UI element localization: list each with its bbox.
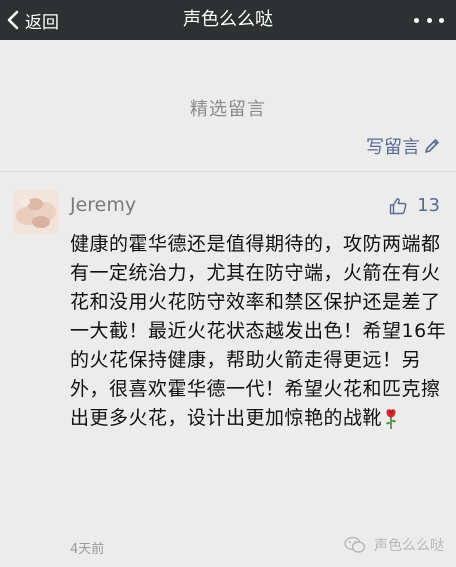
- like-count: 13: [417, 195, 440, 216]
- top-nav-bar: 返回 声色么么哒: [0, 0, 456, 40]
- comment-time: 4天前: [70, 542, 105, 557]
- divider: [0, 171, 456, 172]
- more-dot-icon: [426, 17, 432, 23]
- wechat-icon: [344, 536, 366, 553]
- avatar-image: [13, 190, 59, 234]
- comment-body: 健康的霍华德还是值得期待的，攻防两端都有一定统治力，尤其在防守端，火箭在有火花和…: [70, 230, 448, 433]
- pencil-icon: [425, 139, 439, 153]
- write-comment-button[interactable]: 写留言: [366, 133, 440, 159]
- watermark: 声色么么哒: [344, 535, 444, 555]
- like-button[interactable]: 13: [389, 195, 440, 216]
- avatar[interactable]: [13, 190, 59, 234]
- page-title: 声色么么哒: [183, 9, 273, 30]
- comment-text: 健康的霍华德还是值得期待的，攻防两端都有一定统治力，尤其在防守端，火箭在有火花和…: [70, 233, 447, 429]
- rose-icon: [386, 408, 397, 429]
- comment-author: Jeremy: [70, 194, 137, 216]
- more-options-button[interactable]: [414, 10, 444, 30]
- more-dot-icon: [439, 17, 444, 23]
- watermark-label: 声色么么哒: [374, 538, 444, 554]
- thumbs-up-icon: [389, 197, 407, 214]
- write-comment-label: 写留言: [366, 137, 420, 158]
- featured-comments-heading: 精选留言: [190, 99, 266, 120]
- more-dot-icon: [414, 17, 419, 23]
